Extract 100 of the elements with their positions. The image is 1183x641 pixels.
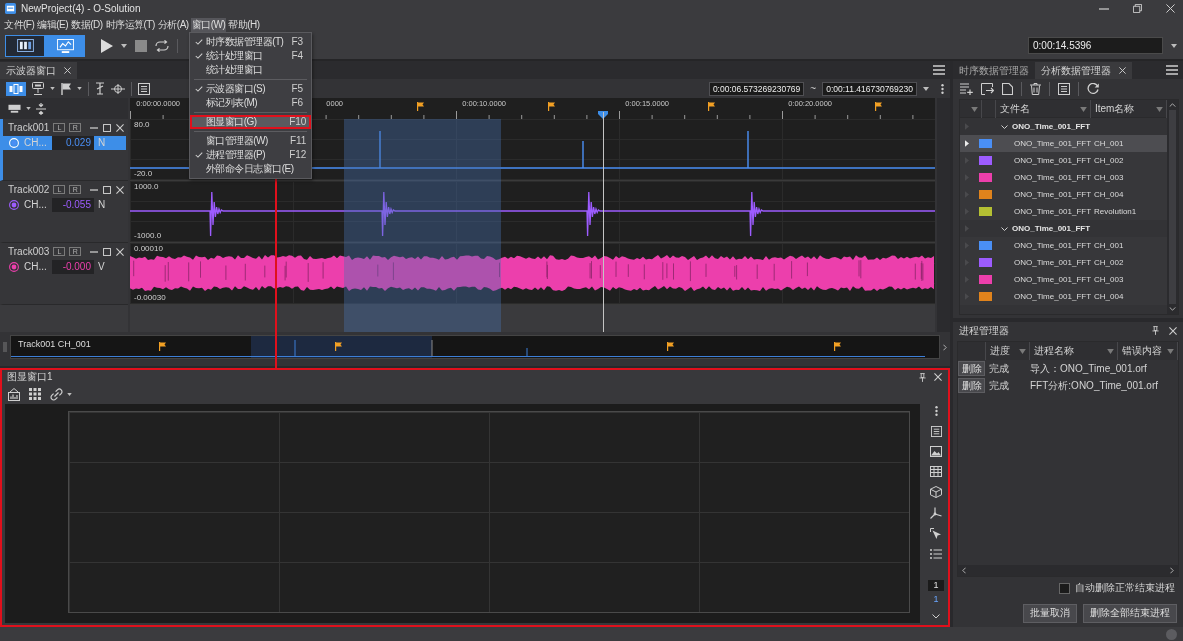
filter-icon[interactable] — [971, 106, 978, 112]
caret-icon[interactable] — [67, 392, 72, 396]
chevron-down-icon[interactable] — [1001, 124, 1008, 129]
channel-row[interactable]: CH... -0.055 N — [3, 198, 126, 212]
close-icon[interactable] — [1166, 4, 1175, 13]
tree-row[interactable]: ONO_Time_001_FFT CH_004 — [960, 186, 1167, 203]
delete-button[interactable]: 删除 — [958, 361, 985, 376]
menu-item[interactable]: 数据(D) — [70, 17, 104, 32]
pin-icon[interactable] — [1152, 326, 1159, 335]
column-header[interactable]: 文件名 — [1000, 103, 1030, 115]
menu-item[interactable]: 图显窗口(G) F10 — [189, 114, 312, 129]
tree-row[interactable]: ONO_Time_001_FFT CH_001 — [960, 135, 1167, 152]
minimize-icon[interactable] — [90, 126, 98, 129]
maximize-icon[interactable] — [103, 247, 111, 256]
menu-item[interactable]: 分析(A) — [156, 17, 190, 32]
minimize-icon[interactable] — [90, 250, 98, 253]
tree-row[interactable]: ONO_Time_001_FFT CH_001 — [960, 237, 1167, 254]
trash-icon[interactable] — [1030, 83, 1041, 95]
time-range-start-field[interactable]: 0:00:06.573269230769 — [708, 81, 805, 96]
flag-icon[interactable] — [335, 342, 342, 351]
restore-icon[interactable] — [1133, 4, 1142, 13]
stop-icon[interactable] — [135, 39, 147, 52]
filter-icon[interactable] — [1080, 106, 1087, 112]
caret-icon[interactable] — [50, 87, 55, 90]
column-header[interactable]: Item名称 — [1095, 103, 1135, 115]
radio-icon[interactable] — [9, 262, 19, 272]
close-icon[interactable] — [1119, 67, 1126, 74]
radio-icon[interactable] — [9, 200, 19, 210]
tree-row[interactable]: ONO_Time_001_FFT CH_003 — [960, 169, 1167, 186]
menu-item[interactable]: 帮助(H) — [227, 17, 261, 32]
link-icon[interactable] — [50, 387, 63, 401]
tab[interactable]: 示波器窗口 — [0, 62, 77, 79]
column-header[interactable]: 错误内容 — [1122, 345, 1162, 357]
close-icon[interactable] — [116, 123, 124, 132]
close-icon[interactable] — [1169, 326, 1177, 335]
image-icon[interactable] — [930, 446, 942, 457]
tree-row[interactable]: ONO_Time_001_FFT CH_004 — [960, 288, 1167, 305]
flag-icon[interactable] — [61, 82, 71, 95]
channel-row[interactable]: CH... 0.029 N — [3, 136, 126, 150]
scroll-up-icon[interactable] — [1169, 103, 1176, 107]
add-track-icon[interactable] — [8, 104, 21, 113]
grip-icon[interactable] — [3, 342, 7, 352]
chart-report-icon[interactable] — [8, 387, 20, 401]
view-toggle-button[interactable] — [45, 34, 85, 57]
menu-item[interactable]: 外部命令日志窗口(E) — [189, 161, 312, 176]
pointer-icon[interactable] — [930, 528, 942, 540]
split-icon[interactable] — [36, 102, 46, 115]
column-header[interactable]: 进程名称 — [1034, 345, 1074, 357]
track-view-button[interactable] — [6, 81, 26, 96]
list-icon[interactable] — [138, 82, 150, 95]
list-icon[interactable] — [1058, 83, 1070, 95]
maximize-icon[interactable] — [103, 185, 111, 194]
flag-icon[interactable] — [667, 342, 674, 351]
refresh-icon[interactable] — [1087, 83, 1099, 95]
filter-icon[interactable] — [1167, 348, 1174, 354]
scroll-down-icon[interactable] — [1169, 307, 1176, 311]
scroll-right-icon[interactable] — [943, 343, 947, 351]
time-range-end-field[interactable]: 0:00:11.416730769230 — [822, 81, 917, 96]
file-icon[interactable] — [1002, 83, 1013, 95]
tree-row[interactable]: ONO_Time_001_FFT CH_002 — [960, 254, 1167, 271]
menu-item[interactable]: 标记列表(M) F6 — [189, 95, 312, 110]
menu-item[interactable]: 文件(F) — [3, 17, 36, 32]
chevron-down-icon[interactable] — [932, 614, 940, 619]
close-icon[interactable] — [116, 185, 124, 194]
pin-icon[interactable] — [919, 372, 926, 382]
close-icon[interactable] — [64, 67, 71, 74]
loop-icon[interactable] — [155, 39, 169, 52]
time-field[interactable]: 0:00:14.5396 — [1028, 37, 1163, 54]
table-icon[interactable] — [930, 466, 942, 477]
delete-button[interactable]: 删除 — [958, 378, 985, 393]
menu-item[interactable]: 统计处理窗口 F4 — [189, 48, 312, 63]
tree-row[interactable]: ONO_Time_001_FFT Revolution1 — [960, 203, 1167, 220]
filter-icon[interactable] — [1156, 106, 1163, 112]
import-icon[interactable] — [981, 83, 994, 95]
play-icon[interactable] — [101, 38, 113, 53]
flag-icon[interactable] — [834, 342, 841, 351]
menu-item[interactable]: 统计处理窗口 — [189, 62, 312, 77]
view-toggle-button[interactable] — [5, 34, 45, 57]
minimize-icon[interactable] — [1099, 7, 1109, 10]
menu-icon[interactable] — [933, 65, 945, 75]
flag-icon[interactable] — [159, 342, 166, 351]
caret-icon[interactable] — [923, 86, 929, 91]
column-header[interactable]: 进度 — [990, 345, 1010, 357]
caret-icon[interactable] — [77, 87, 82, 90]
cursor-tool-icon[interactable] — [95, 82, 105, 95]
add-list-icon[interactable] — [960, 83, 973, 95]
close-icon[interactable] — [116, 247, 124, 256]
action-button[interactable]: 批量取消 — [1023, 603, 1077, 623]
caret-icon[interactable] — [1171, 43, 1177, 48]
grid-icon[interactable] — [29, 388, 41, 400]
axes-icon[interactable] — [930, 507, 942, 519]
menu-item[interactable]: 示波器窗口(S) F5 — [189, 81, 312, 96]
close-icon[interactable] — [934, 373, 942, 381]
more-icon[interactable] — [934, 405, 938, 417]
scrollbar[interactable] — [1167, 100, 1178, 314]
flag-icon[interactable] — [548, 102, 555, 111]
menu-item[interactable]: 时序运算(T) — [104, 17, 156, 32]
chevron-down-icon[interactable] — [1001, 226, 1008, 231]
action-button[interactable]: 删除全部结束进程 — [1083, 603, 1177, 623]
flag-icon[interactable] — [708, 102, 715, 111]
